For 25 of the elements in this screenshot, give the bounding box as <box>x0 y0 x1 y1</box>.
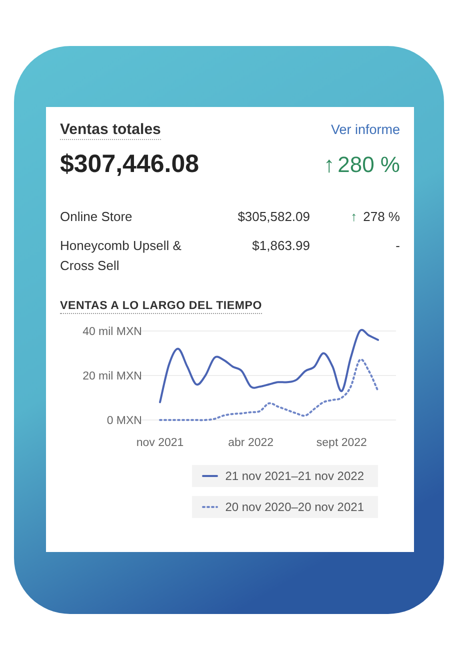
view-report-link[interactable]: Ver informe <box>330 122 400 137</box>
channel-amount: $1,863.99 <box>251 237 310 255</box>
channel-change: - <box>396 237 400 255</box>
y-axis-label: 0 MXN <box>106 415 142 427</box>
up-arrow-icon: ↑ <box>350 207 358 227</box>
legend-label: 20 nov 2020–20 nov 2021 <box>225 500 364 514</box>
up-arrow-icon: ↑ <box>324 152 335 178</box>
legend-label: 21 nov 2021–21 nov 2022 <box>225 469 364 483</box>
channel-change: 278 % <box>363 208 400 226</box>
line-swatch-icon <box>202 474 218 478</box>
total-amount: $307,446.08 <box>60 150 200 179</box>
channel-amount: $305,582.09 <box>236 208 310 226</box>
chart-title: VENTAS A LO LARGO DEL TIEMPO <box>60 300 262 314</box>
x-axis-label: abr 2022 <box>228 437 274 449</box>
channel-name: Honeycomb Upsell & Cross Sell <box>60 237 182 275</box>
line-swatch-icon <box>202 505 218 509</box>
x-axis-label: sept 2022 <box>316 437 367 449</box>
total-change: 280 % <box>338 152 400 178</box>
legend-item[interactable]: 20 nov 2020–20 nov 2021 <box>192 496 378 518</box>
channel-name: Online Store <box>60 208 134 226</box>
legend-item[interactable]: 21 nov 2021–21 nov 2022 <box>192 465 378 487</box>
card-title: Ventas totales <box>60 121 161 140</box>
x-axis-label: nov 2021 <box>136 437 184 449</box>
y-axis-label: 40 mil MXN <box>82 326 142 338</box>
y-axis-label: 20 mil MXN <box>82 370 142 382</box>
